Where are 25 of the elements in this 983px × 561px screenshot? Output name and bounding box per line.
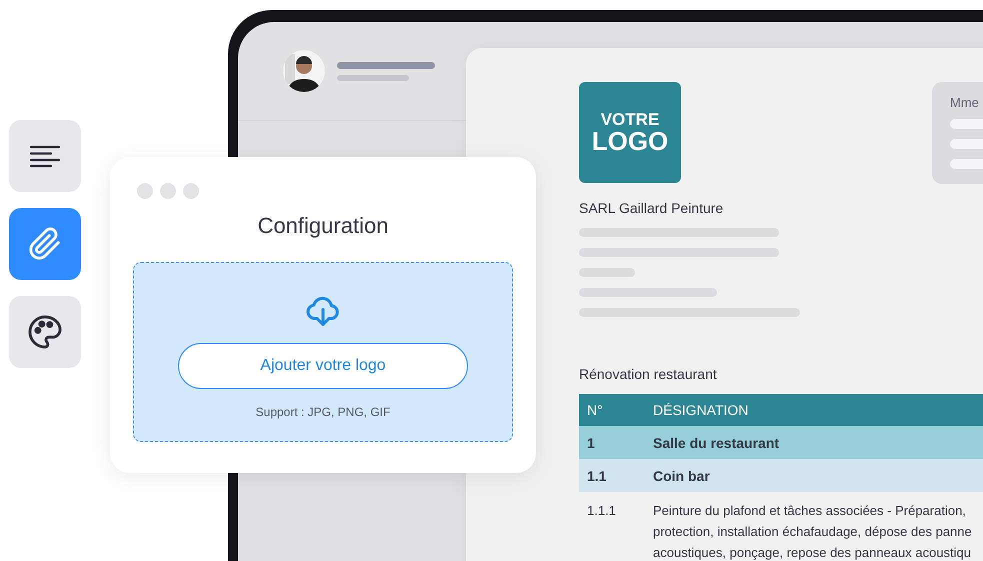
- table-cell: Salle du restaurant: [645, 426, 983, 459]
- paperclip-icon: [28, 227, 62, 261]
- logo-text: VOTRE: [600, 111, 660, 128]
- table-cell: Peinture du plafond et tâches associées - Préparation, protection, installation échafaudage, dépose des panne acoustiques, ponçage, repose des panneaux acoustiqu: [645, 492, 983, 561]
- tool-button[interactable]: [9, 120, 81, 192]
- palette-icon: [26, 313, 64, 351]
- window-dot: [183, 183, 199, 199]
- table-cell: 1.1.1: [579, 492, 645, 561]
- table-cell: 1: [579, 426, 645, 459]
- column-header: DÉSIGNATION: [645, 394, 983, 426]
- upload-dropzone[interactable]: Ajouter votre logo Support : JPG, PNG, GIF: [133, 262, 513, 442]
- table-cell: Coin bar: [645, 459, 983, 492]
- add-logo-button[interactable]: Ajouter votre logo: [178, 343, 468, 389]
- window-dot: [137, 183, 153, 199]
- supported-formats-note: Support : JPG, PNG, GIF: [256, 405, 390, 419]
- dialog-title: Configuration: [258, 213, 388, 239]
- window-dot: [160, 183, 176, 199]
- menu-icon: [29, 144, 61, 168]
- table-cell: 1.1: [579, 459, 645, 492]
- column-header: N°: [579, 394, 645, 426]
- project-title: Rénovation restaurant: [579, 366, 718, 382]
- logo-text: LOGO: [592, 128, 668, 154]
- company-name: SARL Gaillard Peinture: [579, 200, 724, 216]
- client-label: Mme: [950, 95, 979, 110]
- tool-button[interactable]: [9, 296, 81, 368]
